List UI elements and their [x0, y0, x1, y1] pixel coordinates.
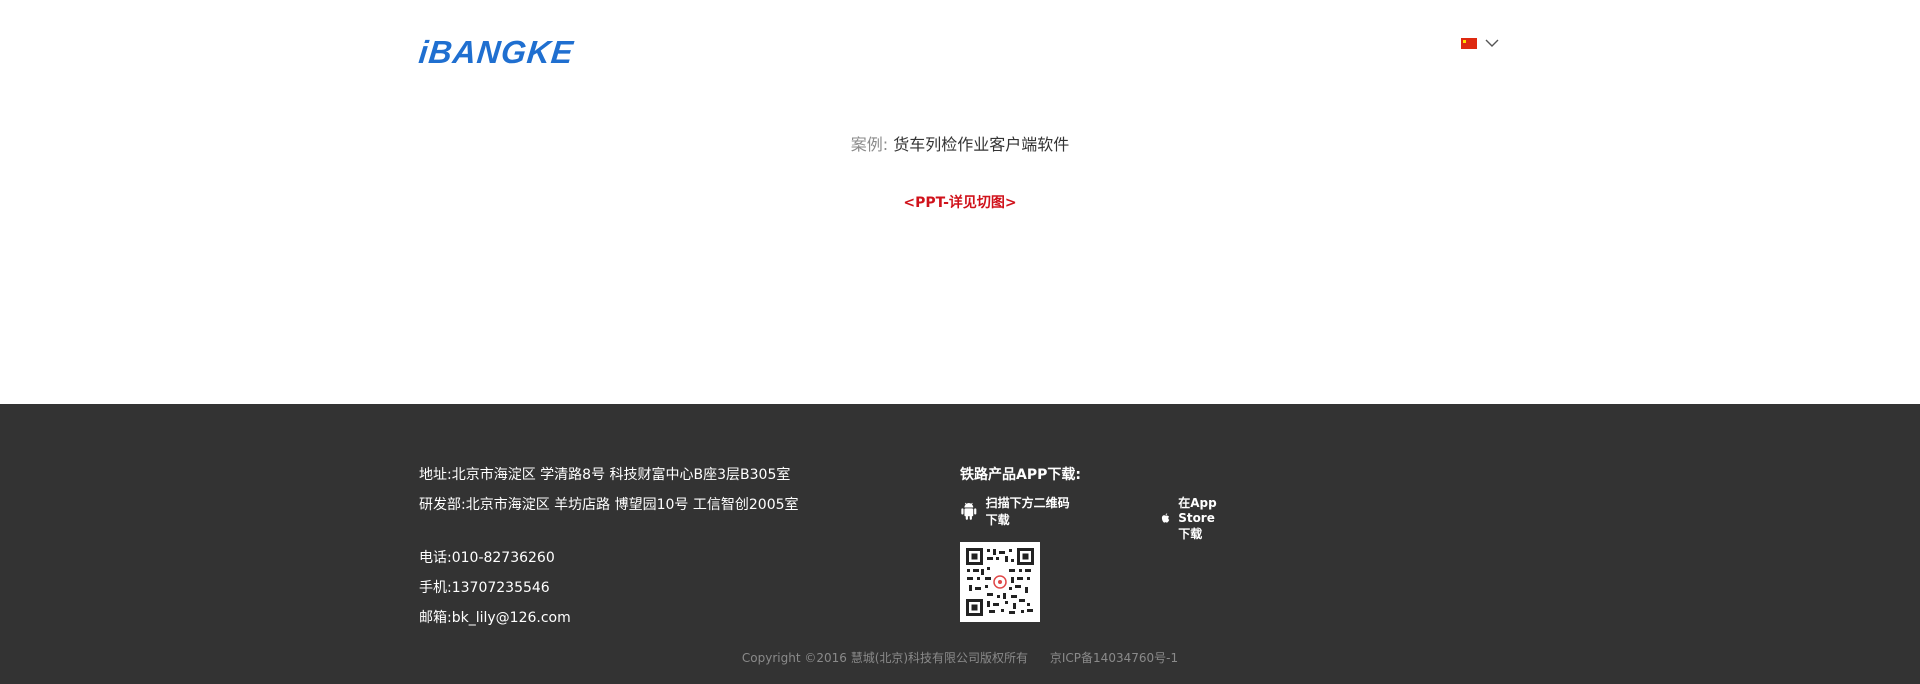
icp-license-link[interactable]: 京ICP备14034760号-1: [1050, 651, 1178, 665]
phone-text: 电话:010-82736260: [419, 550, 555, 566]
footer: 地址:北京市海淀区 学清路8号 科技财富中心B座3层B305室 研发部:北京市海…: [0, 404, 1920, 684]
logo[interactable]: iBANGKE: [417, 34, 575, 70]
china-flag-icon: [1461, 38, 1477, 49]
copyright-bar: Copyright ©2016 慧城(北京)科技有限公司版权所有 京ICP备14…: [0, 649, 1920, 666]
apple-icon: [1161, 513, 1170, 523]
app-store-download-link[interactable]: 在App Store下载: [1161, 494, 1226, 542]
contact-info: 地址:北京市海淀区 学清路8号 科技财富中心B座3层B305室 研发部:北京市海…: [419, 460, 799, 633]
header: iBANGKE: [0, 0, 1920, 100]
case-heading: 案例: 货车列检作业客户端软件: [0, 131, 1920, 155]
copyright-text: Copyright ©2016 慧城(北京)科技有限公司版权所有: [741, 651, 1029, 665]
ppt-note: <PPT-详见切图>: [903, 195, 1017, 211]
qr-code-image: [965, 547, 1035, 617]
qr-code: [960, 542, 1040, 622]
chevron-down-icon: [1485, 39, 1499, 47]
app-store-download-label: 在App Store下载: [1178, 496, 1217, 541]
download-options: 扫描下方二维码下载 在App Store下载: [960, 494, 1217, 541]
page: iBANGKE 案例: 货车列检作业客户端软件 <PPT-详见切图> 地址:北京…: [0, 0, 1920, 684]
language-selector[interactable]: [1461, 38, 1499, 49]
android-download-link[interactable]: 扫描下方二维码下载: [960, 494, 1081, 528]
app-download: 铁路产品APP下载: 扫描下方二维码下载 在App Store下载: [960, 460, 1217, 622]
android-icon: [961, 502, 977, 520]
mobile-text: 手机:13707235546: [419, 580, 550, 596]
rd-address-text: 研发部:北京市海淀区 羊坊店路 博望园10号 工信智创2005室: [419, 497, 799, 513]
download-title: 铁路产品APP下载:: [960, 467, 1081, 483]
email-text: 邮箱:bk_lily@126.com: [419, 610, 571, 626]
android-download-label: 扫描下方二维码下载: [985, 496, 1070, 527]
case-title: 货车列检作业客户端软件: [893, 135, 1070, 154]
case-label: 案例:: [850, 135, 889, 154]
address-text: 地址:北京市海淀区 学清路8号 科技财富中心B座3层B305室: [419, 467, 791, 483]
